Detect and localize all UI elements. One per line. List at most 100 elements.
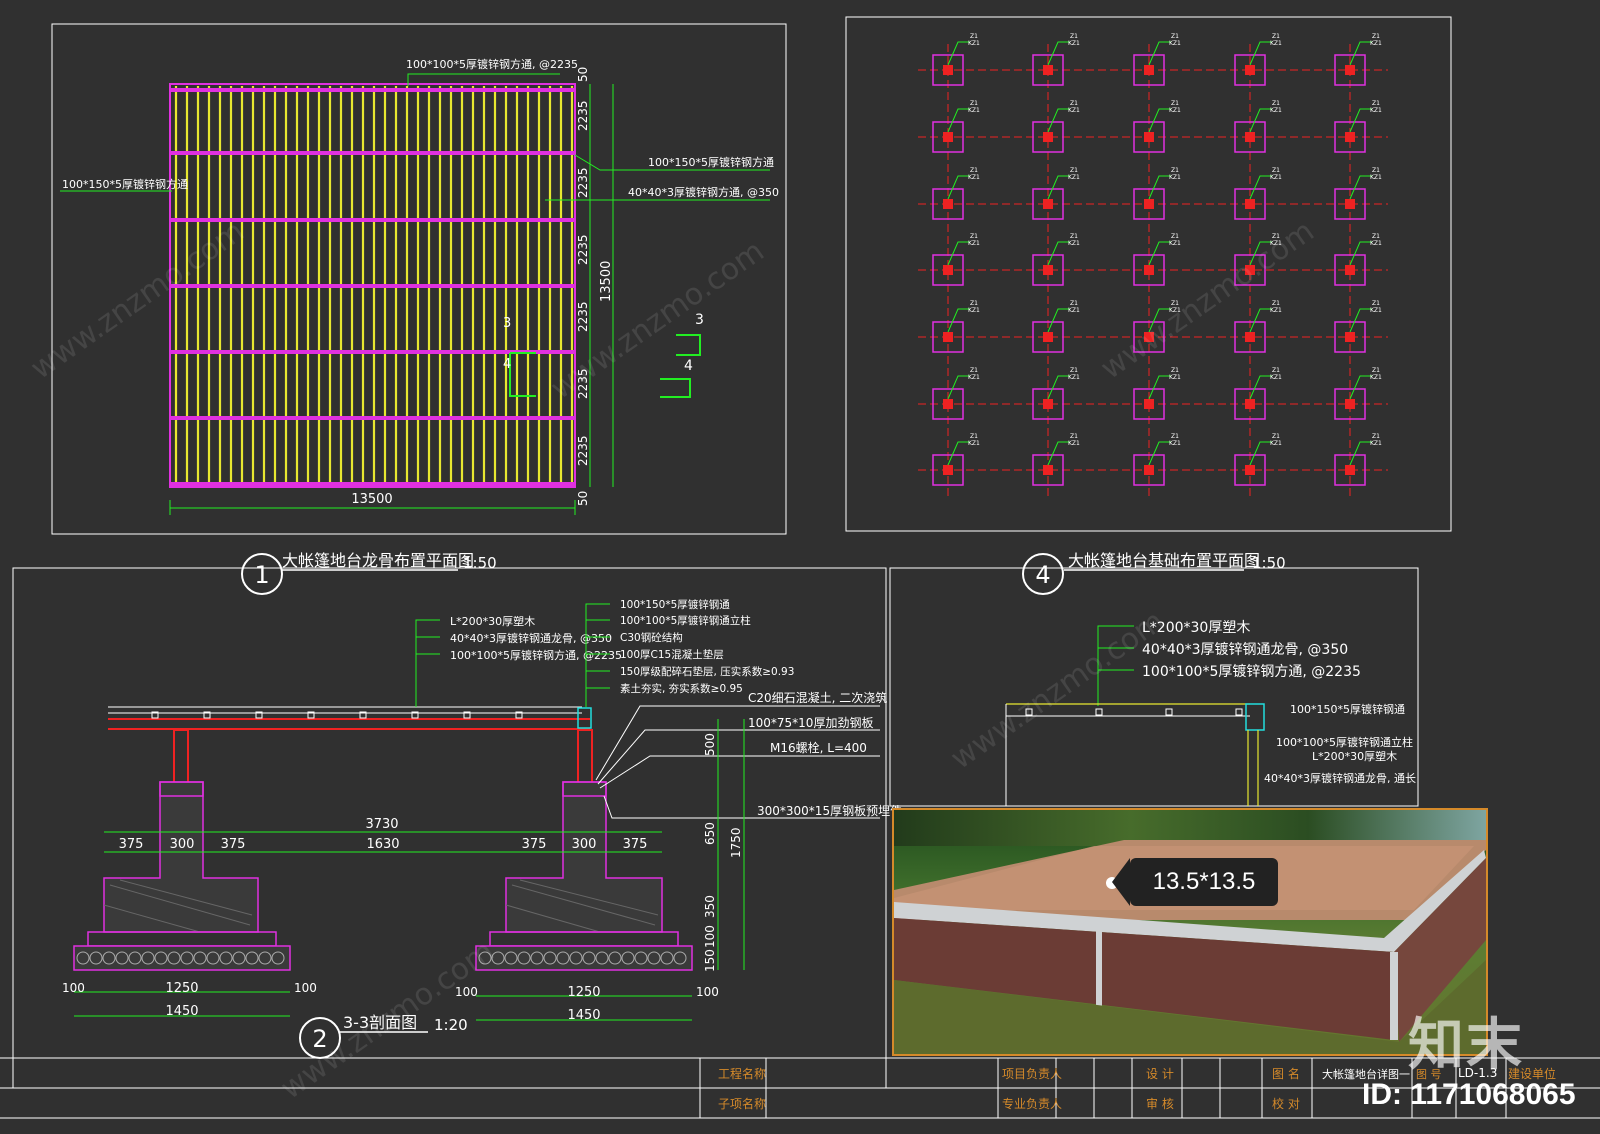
- callout-text: 100*75*10厚加劲钢板: [748, 716, 873, 730]
- pier-label: KZ1: [968, 440, 980, 447]
- pier-label: Z1: [1171, 367, 1179, 374]
- pier-leader: [1349, 241, 1372, 266]
- pier-label: KZ1: [1370, 374, 1382, 381]
- pier-column: [1345, 399, 1355, 409]
- pier-label: Z1: [970, 433, 978, 440]
- pier-label: Z1: [970, 233, 978, 240]
- pier-leader: [1249, 308, 1272, 333]
- callout-leader: [597, 729, 880, 785]
- dim-spacing: 2235: [576, 435, 590, 466]
- dim-total-h: 13500: [351, 492, 392, 507]
- pier-leader: [1249, 41, 1272, 66]
- photo-size-label: 13.5*13.5: [1130, 858, 1278, 906]
- dim-total: 1450: [165, 1004, 198, 1019]
- dim-bottom: 50: [576, 491, 590, 506]
- pier-leader: [947, 241, 970, 266]
- pier-column: [1144, 399, 1154, 409]
- section-note: C30钢砼结构: [620, 631, 683, 644]
- pier-label: KZ1: [1370, 174, 1382, 181]
- pier-leader: [1047, 308, 1070, 333]
- dim-c: 375: [221, 837, 246, 852]
- detail-note: 100*150*5厚镀锌钢通: [1290, 702, 1405, 716]
- pier-label: KZ1: [1270, 40, 1282, 47]
- section-legend-num: 3: [695, 312, 704, 328]
- detail-note: 40*40*3厚镀锌钢通龙骨, 通长: [1264, 771, 1416, 785]
- pier-column: [1043, 65, 1053, 75]
- pier-label: KZ1: [1169, 40, 1181, 47]
- pier-label: Z1: [1372, 433, 1380, 440]
- pier-label: KZ1: [1068, 240, 1080, 247]
- pier-label: KZ1: [1068, 307, 1080, 314]
- pier-label: Z1: [1272, 367, 1280, 374]
- pier-label: KZ1: [1068, 40, 1080, 47]
- pier-column: [1245, 332, 1255, 342]
- title-block: [0, 1057, 1600, 1119]
- dim-mid: 1630: [366, 837, 399, 852]
- drawing4-number: 4: [1035, 561, 1050, 589]
- pier-label: Z1: [1070, 167, 1078, 174]
- section-note: 100*150*5厚镀锌钢通: [620, 598, 730, 611]
- dim-f: 375: [623, 837, 648, 852]
- pier-label: KZ1: [968, 240, 980, 247]
- pier-label: KZ1: [968, 107, 980, 114]
- pier-label: KZ1: [1068, 174, 1080, 181]
- section-mark-sub: 4: [503, 357, 511, 372]
- note-top: 100*100*5厚镀锌钢方通, @2235: [406, 57, 578, 71]
- section-mark-legend: [660, 378, 691, 398]
- dim-v: 350: [703, 895, 717, 918]
- pier-label: Z1: [1171, 100, 1179, 107]
- detail-edge-beam: [1245, 703, 1265, 731]
- pier-column: [1345, 265, 1355, 275]
- pier-leader: [1148, 41, 1171, 66]
- pier-label: KZ1: [1169, 374, 1181, 381]
- pier-column: [1144, 465, 1154, 475]
- pier-label: KZ1: [1068, 107, 1080, 114]
- pier-label: KZ1: [1270, 174, 1282, 181]
- pier-leader: [947, 375, 970, 400]
- dim-mid: 1250: [567, 985, 600, 1000]
- dim-total-v: 13500: [599, 261, 614, 302]
- batten-section: [1165, 708, 1173, 716]
- pier-label: KZ1: [968, 40, 980, 47]
- pier-column: [943, 265, 953, 275]
- pier-column: [943, 199, 953, 209]
- pier-column: [1345, 199, 1355, 209]
- pier-label: Z1: [970, 300, 978, 307]
- detail-note: 40*40*3厚镀锌钢通龙骨, @350: [1142, 641, 1348, 658]
- tb-discipline-lead: 专业负责人: [1002, 1096, 1062, 1111]
- pier-leader: [1047, 175, 1070, 200]
- batten-section: [1095, 708, 1103, 716]
- pier-label: Z1: [1372, 167, 1380, 174]
- watermark-logo: 知末: [1408, 1013, 1524, 1078]
- watermark-site: www.znzmo.com: [945, 604, 1171, 777]
- pier-column: [1345, 332, 1355, 342]
- dim-side: 100: [696, 985, 719, 999]
- dim-b: 300: [170, 837, 195, 852]
- pier-leader: [1047, 241, 1070, 266]
- section-legend-sub: 4: [684, 358, 693, 374]
- pier-column: [943, 332, 953, 342]
- callout-text: 300*300*15厚钢板预埋件: [757, 804, 902, 818]
- pier-column: [1144, 65, 1154, 75]
- tb-project-lead: 项目负责人: [1002, 1067, 1062, 1081]
- dim-v: 100: [703, 925, 717, 948]
- pier-leader: [947, 175, 970, 200]
- pier-leader: [1249, 175, 1272, 200]
- pier-label: Z1: [1372, 300, 1380, 307]
- pier-leader: [1349, 375, 1372, 400]
- dim-spacing: 2235: [576, 234, 590, 265]
- footing-right: [475, 781, 693, 971]
- dim-a: 375: [119, 837, 144, 852]
- callout-text: C20细石混凝土, 二次浇筑: [748, 690, 887, 705]
- dim-v: 650: [703, 822, 717, 845]
- pier-leader: [1047, 41, 1070, 66]
- pier-column: [1345, 465, 1355, 475]
- pier-label: Z1: [1272, 100, 1280, 107]
- pier-leader: [1349, 441, 1372, 466]
- tb-check: 校 对: [1272, 1096, 1300, 1111]
- pier-label: Z1: [1372, 100, 1380, 107]
- pier-label: KZ1: [1270, 374, 1282, 381]
- section-note: 100厚C15混凝土垫层: [620, 648, 724, 661]
- pier-label: KZ1: [1370, 440, 1382, 447]
- pier-leader: [1148, 108, 1171, 133]
